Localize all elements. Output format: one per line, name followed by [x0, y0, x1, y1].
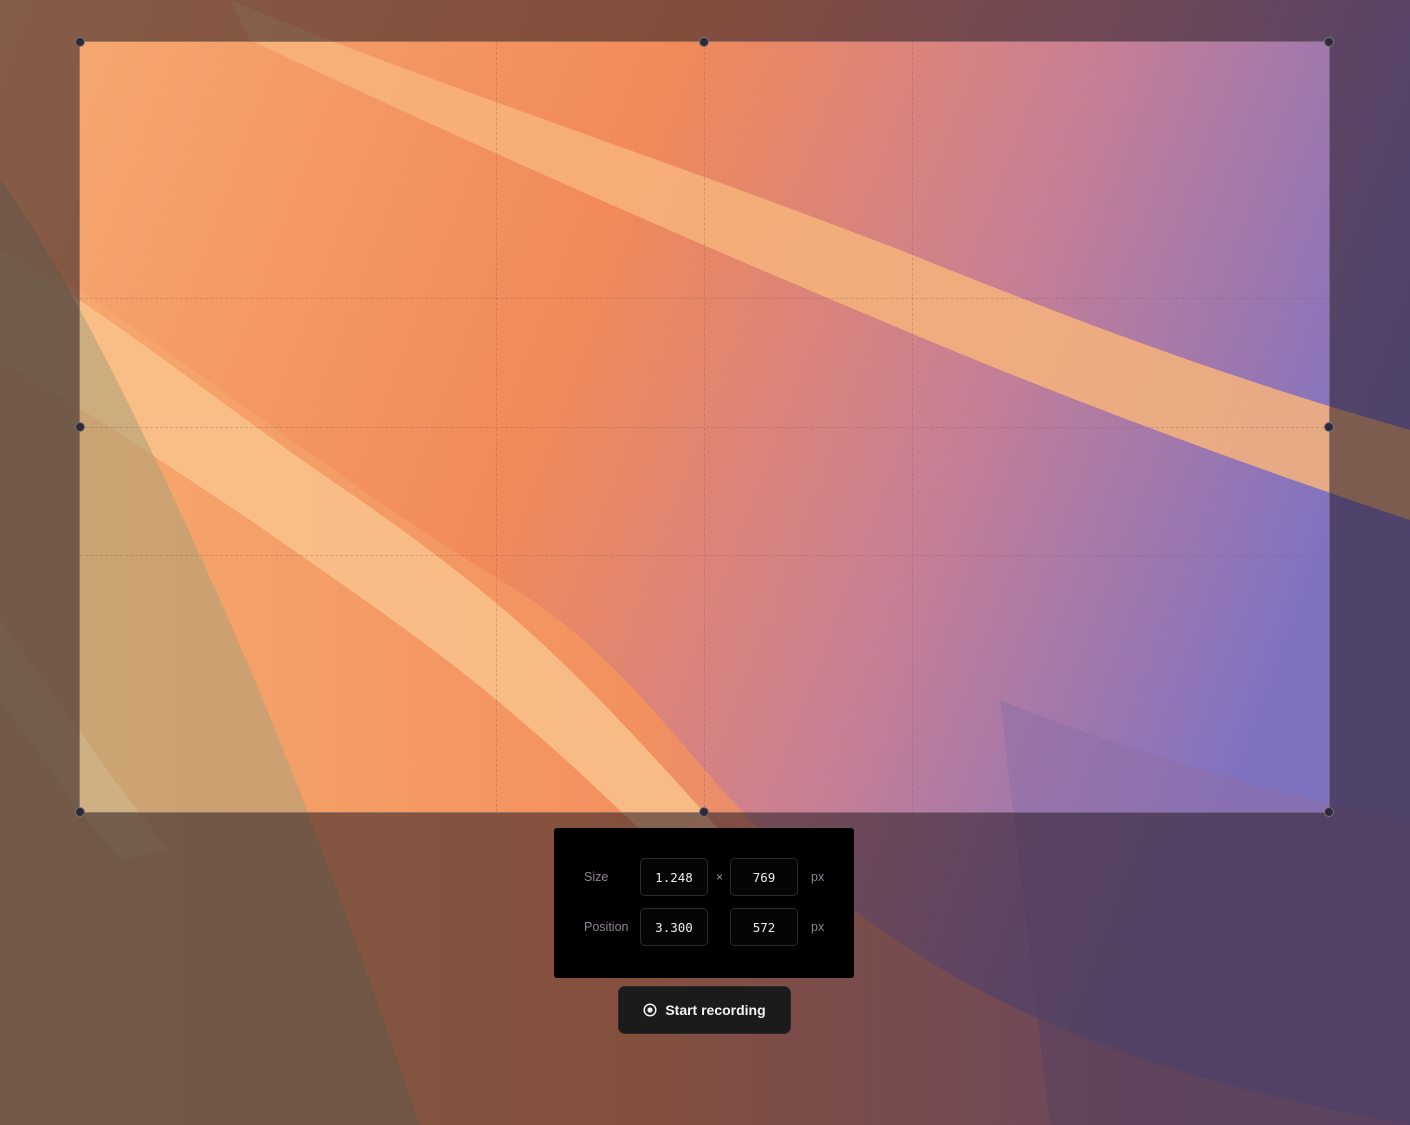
- size-unit: px: [811, 870, 825, 884]
- size-row: Size 1.248 × 769 px: [554, 858, 854, 898]
- resize-handle-top-left[interactable]: [75, 37, 85, 47]
- position-y-input[interactable]: 572: [730, 908, 798, 946]
- times-symbol: ×: [716, 870, 724, 884]
- resize-handle-bottom[interactable]: [699, 807, 709, 817]
- start-recording-button[interactable]: Start recording: [618, 986, 791, 1034]
- selection-dimensions-panel: Size 1.248 × 769 px Position 3.300 572 p…: [554, 828, 854, 978]
- resize-handle-right[interactable]: [1324, 422, 1334, 432]
- resize-handle-top[interactable]: [699, 37, 709, 47]
- resize-handle-left[interactable]: [75, 422, 85, 432]
- resize-handle-top-right[interactable]: [1324, 37, 1334, 47]
- position-row: Position 3.300 572 px: [554, 908, 854, 948]
- height-input[interactable]: 769: [730, 858, 798, 896]
- grid-line: [80, 298, 1329, 299]
- grid-line: [80, 555, 1329, 556]
- size-label: Size: [584, 870, 609, 884]
- record-circle-icon: [643, 1003, 657, 1017]
- screen-capture-overlay: Size 1.248 × 769 px Position 3.300 572 p…: [0, 0, 1410, 1125]
- resize-handle-bottom-left[interactable]: [75, 807, 85, 817]
- position-unit: px: [811, 920, 825, 934]
- width-input[interactable]: 1.248: [640, 858, 708, 896]
- grid-line: [80, 427, 1329, 428]
- position-x-input[interactable]: 3.300: [640, 908, 708, 946]
- start-recording-label: Start recording: [665, 1002, 766, 1018]
- position-label: Position: [584, 920, 629, 934]
- capture-selection-area[interactable]: [75, 37, 1334, 817]
- resize-handle-bottom-right[interactable]: [1324, 807, 1334, 817]
